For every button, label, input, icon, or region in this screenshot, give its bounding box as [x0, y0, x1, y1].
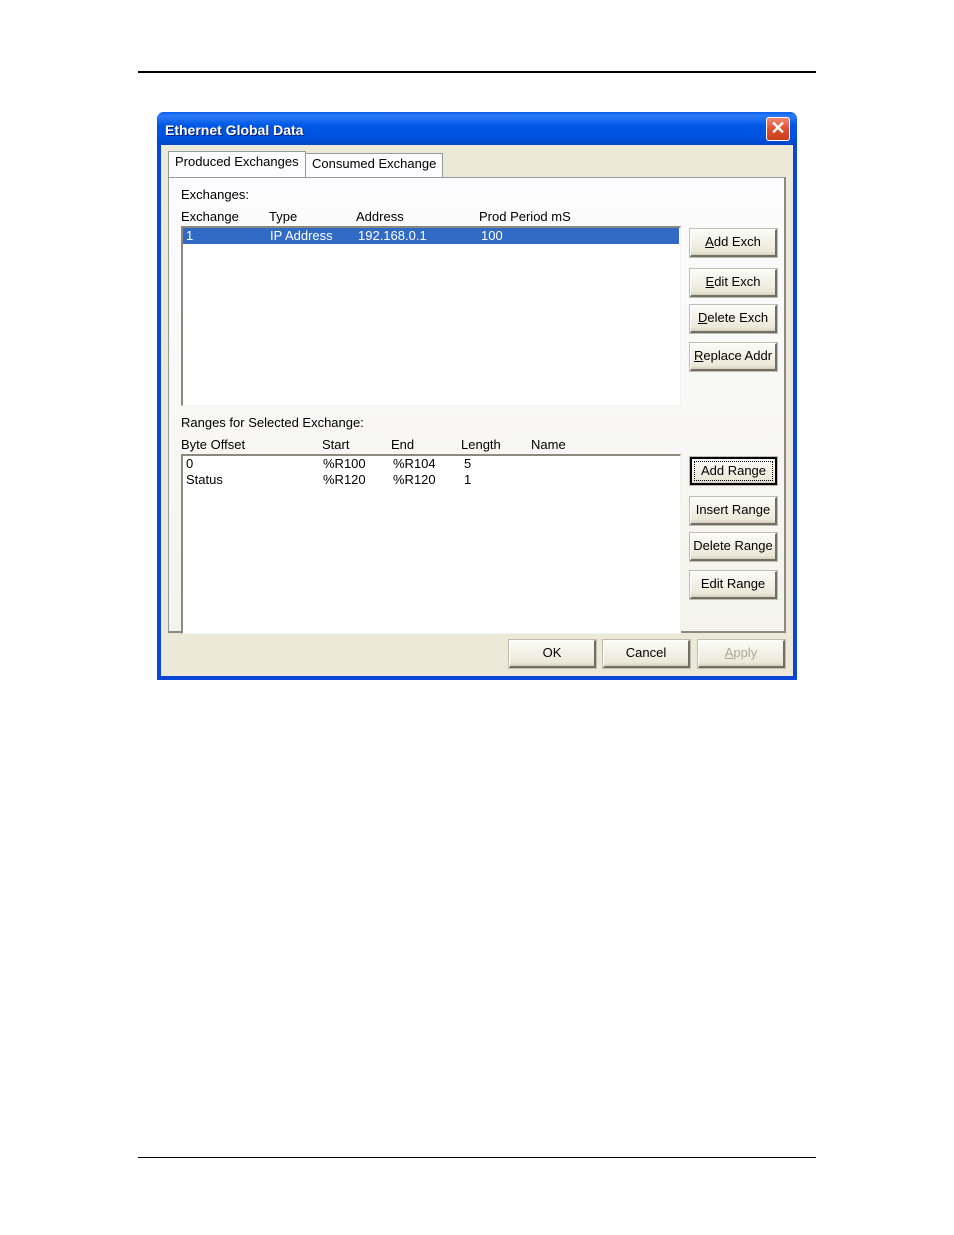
end-cell: %R120 [393, 472, 436, 487]
button-label: dit Exch [714, 274, 761, 289]
button-label: Edit Range [700, 576, 766, 591]
length-cell: 5 [464, 456, 472, 471]
column-header-start[interactable]: Start [322, 437, 349, 452]
offset-cell: Status [186, 472, 223, 487]
button-label: eplace Addr [703, 348, 773, 363]
close-icon: ✕ [770, 118, 786, 138]
button-label: dd Exch [713, 234, 761, 249]
button-label: pply [733, 645, 758, 660]
tab-label: Produced Exchanges [175, 154, 299, 169]
column-header-exchange[interactable]: Exchange [181, 209, 239, 224]
dialog-client-area: Produced Exchanges Consumed Exchange Exc… [161, 145, 793, 676]
column-header-prod-period[interactable]: Prod Period mS [479, 209, 571, 224]
mnemonic: D [697, 310, 708, 325]
column-header-byte-offset[interactable]: Byte Offset [181, 437, 245, 452]
exchanges-section-label: Exchanges: [181, 187, 249, 202]
page-footer-rule [138, 1157, 816, 1158]
exchanges-list[interactable]: 1 IP Address 192.168.0.1 100 [181, 226, 681, 406]
apply-button[interactable]: Apply [697, 639, 786, 669]
tab-label: Consumed Exchange [312, 156, 437, 171]
title-bar[interactable]: Ethernet Global Data ✕ [157, 112, 797, 145]
button-label: Cancel [625, 645, 667, 660]
page-header-rule [138, 71, 816, 73]
close-button[interactable]: ✕ [766, 117, 790, 141]
column-header-length[interactable]: Length [461, 437, 501, 452]
start-cell: %R100 [323, 456, 366, 471]
button-label: elete Exch [707, 310, 769, 325]
produced-exchanges-page: Exchanges: Exchange Type Address Prod Pe… [168, 177, 786, 634]
add-range-button[interactable]: Add Range [689, 456, 778, 486]
address-cell: 192.168.0.1 [358, 228, 427, 243]
delete-exch-button[interactable]: Delete Exch [689, 304, 778, 334]
range-row[interactable]: 0 %R100 %R104 5 [183, 456, 679, 472]
ranges-list[interactable]: 0 %R100 %R104 5 Status %R120 %R120 1 [181, 454, 681, 634]
length-cell: 1 [464, 472, 472, 487]
cancel-button[interactable]: Cancel [602, 639, 691, 669]
delete-range-button[interactable]: Delete Range [689, 532, 778, 562]
column-header-name[interactable]: Name [531, 437, 566, 452]
ok-button[interactable]: OK [508, 639, 597, 669]
ethernet-global-data-dialog: Ethernet Global Data ✕ Produced Exchange… [157, 112, 797, 680]
edit-exch-button[interactable]: Edit Exch [689, 268, 778, 298]
mnemonic: A [705, 234, 714, 249]
edit-range-button[interactable]: Edit Range [689, 570, 778, 600]
mnemonic: E [705, 274, 715, 289]
button-label: Insert Range [695, 502, 771, 517]
mnemonic: R [693, 348, 704, 363]
button-label: Delete Range [693, 538, 773, 553]
exchange-row[interactable]: 1 IP Address 192.168.0.1 100 [183, 228, 679, 244]
prod-period-cell: 100 [481, 228, 503, 243]
offset-cell: 0 [186, 456, 194, 471]
dialog-title: Ethernet Global Data [165, 122, 304, 138]
start-cell: %R120 [323, 472, 366, 487]
end-cell: %R104 [393, 456, 436, 471]
column-header-type[interactable]: Type [269, 209, 297, 224]
button-label: OK [542, 645, 562, 660]
replace-addr-button[interactable]: Replace Addr [689, 342, 778, 372]
range-row[interactable]: Status %R120 %R120 1 [183, 472, 679, 488]
type-cell: IP Address [270, 228, 333, 243]
tab-consumed-exchange[interactable]: Consumed Exchange [305, 153, 444, 177]
ranges-section-label: Ranges for Selected Exchange: [181, 415, 364, 430]
exchange-cell: 1 [186, 228, 194, 243]
column-header-address[interactable]: Address [356, 209, 404, 224]
tab-produced-exchanges[interactable]: Produced Exchanges [168, 151, 306, 177]
column-header-end[interactable]: End [391, 437, 414, 452]
insert-range-button[interactable]: Insert Range [689, 496, 778, 526]
add-exch-button[interactable]: Add Exch [689, 228, 778, 258]
button-label: Add Range [694, 461, 773, 481]
